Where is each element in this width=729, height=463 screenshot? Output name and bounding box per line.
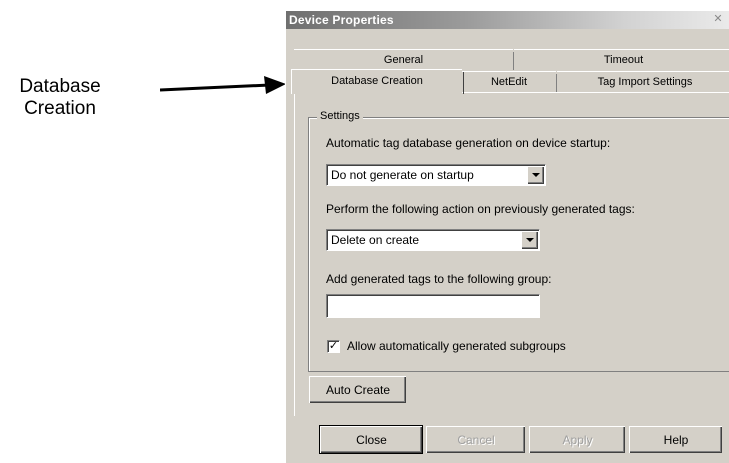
tab-timeout[interactable]: Timeout (514, 49, 729, 70)
startup-dropdown[interactable]: Do not generate on startup (326, 164, 546, 186)
apply-button[interactable]: Apply (529, 426, 625, 453)
tab-netedit[interactable]: NetEdit (462, 71, 557, 92)
close-button[interactable]: Close (319, 425, 423, 454)
title-bar[interactable]: Device Properties ✕ (286, 11, 729, 29)
annotation-line-1: Database (19, 76, 101, 97)
dialog-title: Device Properties (289, 13, 394, 27)
tab-tag-import-settings[interactable]: Tag Import Settings (557, 71, 729, 92)
cancel-button[interactable]: Cancel (426, 426, 525, 453)
group-field-label: Add generated tags to the following grou… (326, 272, 552, 286)
close-icon[interactable]: ✕ (712, 13, 724, 25)
previous-tags-label: Perform the following action on previous… (326, 202, 635, 216)
annotation-label: Database Creation (0, 76, 120, 120)
previous-tags-dropdown[interactable]: Delete on create (326, 229, 540, 251)
startup-label: Automatic tag database generation on dev… (326, 136, 611, 150)
settings-group-label: Settings (317, 110, 363, 122)
help-button[interactable]: Help (629, 426, 722, 453)
tab-database-creation[interactable]: Database Creation (291, 69, 464, 94)
subgroups-checkbox[interactable]: ✓ (327, 340, 340, 353)
chevron-down-icon[interactable] (527, 166, 544, 184)
chevron-down-icon[interactable] (521, 231, 538, 249)
auto-create-button[interactable]: Auto Create (309, 376, 406, 403)
subgroups-label: Allow automatically generated subgroups (347, 339, 566, 353)
tab-general[interactable]: General (294, 49, 514, 70)
annotation-arrow (160, 76, 286, 94)
startup-dropdown-value: Do not generate on startup (331, 168, 474, 182)
previous-tags-dropdown-value: Delete on create (331, 233, 420, 247)
group-input[interactable] (326, 294, 540, 318)
annotation-line-2: Creation (24, 98, 96, 119)
